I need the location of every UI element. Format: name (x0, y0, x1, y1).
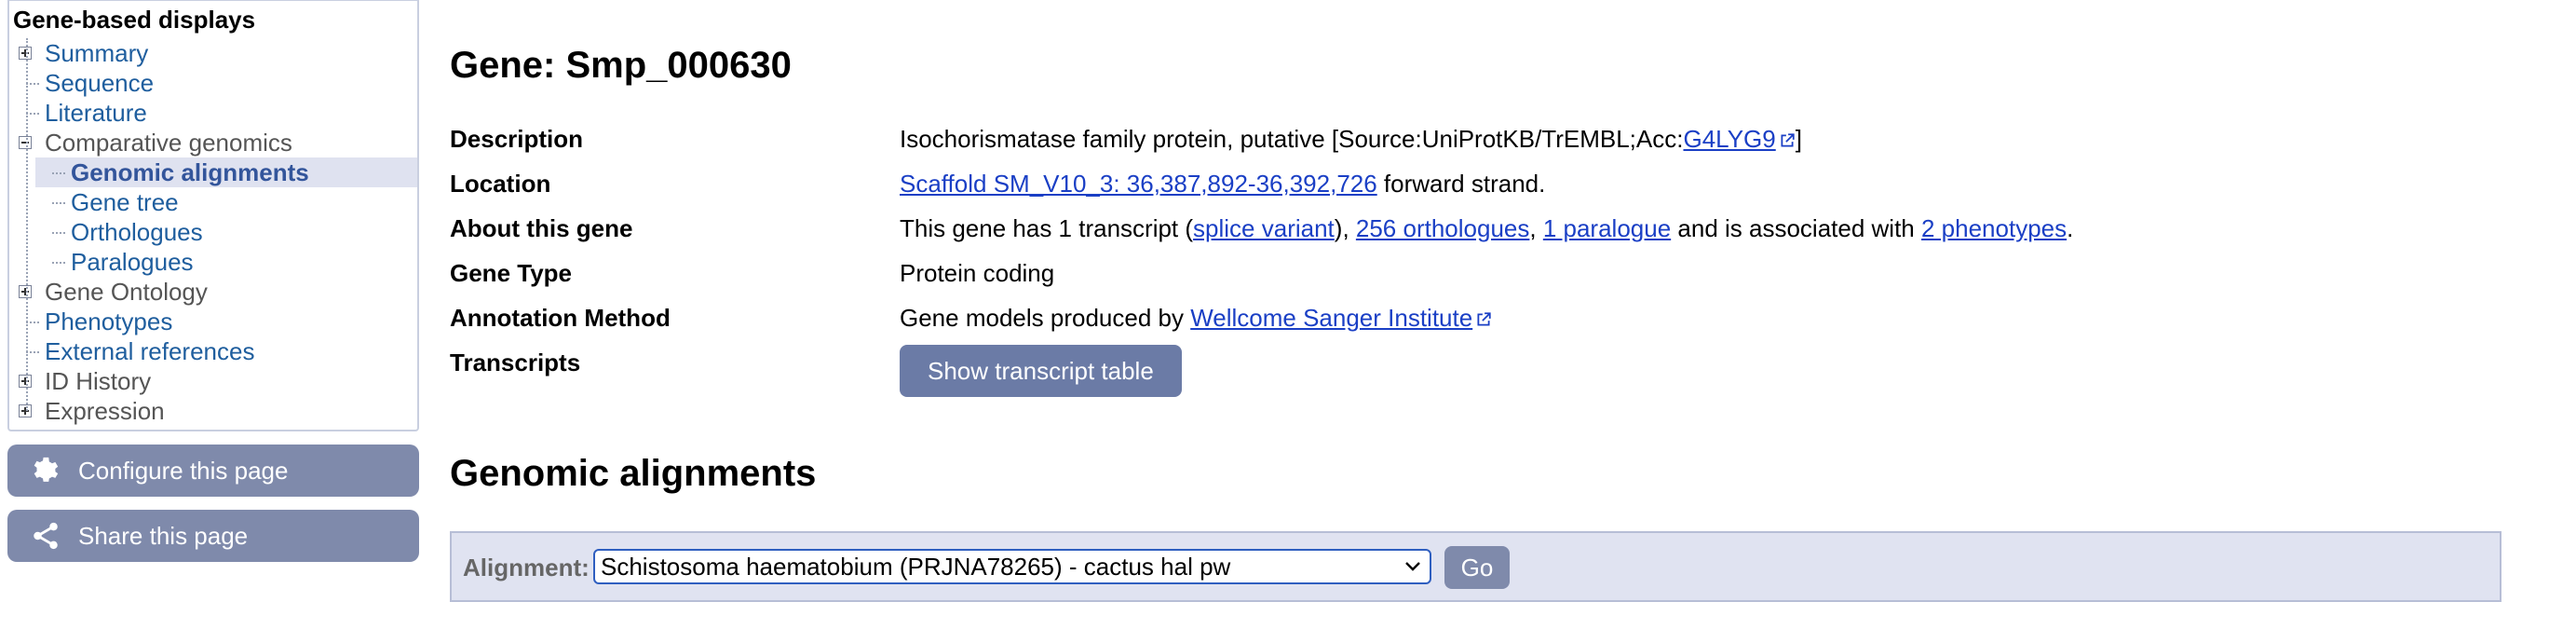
alignment-selected-value: Schistosoma haematobium (PRJNA78265) - c… (601, 553, 1231, 581)
sidebar-item-gene-ontology[interactable]: Gene Ontology (15, 277, 417, 307)
alignment-label: Alignment: (463, 554, 590, 581)
sidebar-item-phenotypes[interactable]: Phenotypes (15, 307, 417, 336)
tree-connector (52, 232, 65, 234)
uniprot-link[interactable]: G4LYG9 (1683, 125, 1775, 153)
location-suffix: forward strand. (1376, 170, 1546, 198)
page-title: Gene: Smp_000630 (450, 45, 792, 86)
nav-header: Gene-based displays (13, 6, 256, 34)
annotation-value: Gene models produced by Wellcome Sanger … (900, 304, 1492, 333)
collapse-icon[interactable] (19, 136, 32, 149)
about-sep: , (1529, 214, 1543, 242)
sidebar-item-label: Expression (45, 397, 165, 425)
sidebar-item-orthologues[interactable]: Orthologues (15, 217, 417, 247)
gene-nav-panel: Gene-based displays Summary Sequence Liter… (7, 0, 419, 431)
sidebar-item-gene-tree[interactable]: Gene tree (15, 187, 417, 217)
about-end: . (2067, 214, 2074, 242)
sidebar-item-expression[interactable]: Expression (15, 396, 417, 426)
tree-connector (26, 322, 39, 323)
sidebar-item-genomic-alignments[interactable]: Genomic alignments (35, 157, 417, 187)
tree-connector (52, 262, 65, 264)
alignment-select[interactable]: Schistosoma haematobium (PRJNA78265) - c… (593, 549, 1431, 584)
location-label: Location (450, 170, 551, 198)
share-icon (34, 522, 58, 550)
about-label: About this gene (450, 214, 633, 242)
expand-icon[interactable] (19, 375, 32, 388)
external-link-icon (1781, 133, 1795, 147)
location-value: Scaffold SM_V10_3: 36,387,892-36,392,726… (900, 170, 1545, 198)
expand-icon[interactable] (19, 47, 32, 60)
sidebar-item-label: Comparative genomics (45, 129, 292, 157)
expand-icon[interactable] (19, 404, 32, 417)
go-button[interactable]: Go (1444, 546, 1510, 589)
sidebar-item-label: Orthologues (71, 218, 203, 246)
annotation-prefix: Gene models produced by (900, 304, 1191, 332)
sidebar-item-label: Literature (45, 99, 147, 127)
description-text: Isochorismatase family protein, putative… (900, 125, 1684, 153)
configure-page-button[interactable]: Configure this page (7, 445, 419, 497)
description-label: Description (450, 125, 584, 153)
annotation-label: Annotation Method (450, 304, 671, 332)
expand-icon[interactable] (19, 285, 32, 298)
external-link-icon (1477, 312, 1491, 326)
sidebar-item-paralogues[interactable]: Paralogues (15, 247, 417, 277)
sidebar-item-label: Phenotypes (45, 308, 173, 335)
sidebar-item-summary[interactable]: Summary (15, 38, 417, 68)
configure-page-label: Configure this page (78, 456, 289, 485)
sidebar-item-label: Gene tree (71, 188, 179, 216)
description-end: ] (1795, 125, 1802, 153)
show-transcript-table-button[interactable]: Show transcript table (900, 345, 1182, 397)
nav-tree: Summary Sequence Literature Comparative gen… (9, 38, 417, 426)
share-page-label: Share this page (78, 521, 249, 550)
about-value: This gene has 1 transcript (splice varia… (900, 214, 2073, 243)
tree-connector (26, 83, 39, 85)
orthologues-link[interactable]: 256 orthologues (1356, 214, 1529, 242)
sidebar-item-label: Genomic alignments (71, 158, 309, 186)
sidebar-item-label: Sequence (45, 69, 155, 97)
sidebar: Gene-based displays Summary Sequence Liter… (7, 0, 419, 562)
sidebar-item-id-history[interactable]: ID History (15, 366, 417, 396)
sidebar-item-label: Gene Ontology (45, 278, 208, 306)
splice-variant-link[interactable]: splice variant (1193, 214, 1335, 242)
about-prefix: This gene has 1 transcript ( (900, 214, 1194, 242)
sidebar-item-label: Summary (45, 39, 149, 67)
paralogue-link[interactable]: 1 paralogue (1543, 214, 1671, 242)
chevron-down-icon (1405, 562, 1420, 571)
about-sep: ), (1334, 214, 1356, 242)
location-link[interactable]: Scaffold SM_V10_3: 36,387,892-36,392,726 (900, 170, 1377, 198)
sidebar-item-external-references[interactable]: External references (15, 336, 417, 366)
transcripts-label: Transcripts (450, 349, 581, 376)
section-title: Genomic alignments (450, 453, 817, 494)
sidebar-item-comparative-genomics[interactable]: Comparative genomics (15, 128, 417, 157)
sidebar-item-label: Paralogues (71, 248, 194, 276)
sidebar-item-label: ID History (45, 367, 152, 395)
sidebar-item-literature[interactable]: Literature (15, 98, 417, 128)
tree-connector (52, 202, 65, 204)
sidebar-item-sequence[interactable]: Sequence (15, 68, 417, 98)
tree-connector (26, 351, 39, 353)
share-page-button[interactable]: Share this page (7, 510, 419, 562)
tree-connector (52, 172, 65, 174)
description-value: Isochorismatase family protein, putative… (900, 125, 1802, 154)
gear-icon (34, 457, 59, 482)
gene-type-label: Gene Type (450, 259, 573, 287)
about-sep: and is associated with (1671, 214, 1921, 242)
gene-type-value: Protein coding (900, 259, 1055, 287)
phenotypes-link[interactable]: 2 phenotypes (1921, 214, 2067, 242)
tree-connector (26, 113, 39, 115)
sanger-link[interactable]: Wellcome Sanger Institute (1190, 304, 1472, 332)
tree-guide-line (26, 38, 28, 411)
sidebar-item-label: External references (45, 337, 255, 365)
alignment-form: Alignment: Schistosoma haematobium (PRJN… (450, 531, 2501, 602)
